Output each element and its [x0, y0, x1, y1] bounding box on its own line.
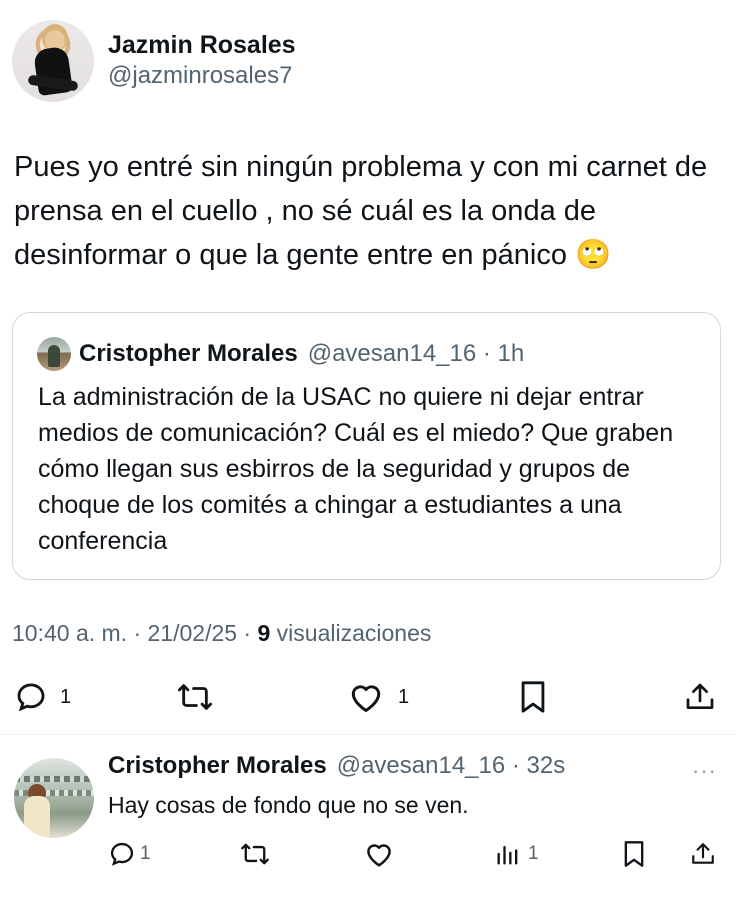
share-icon — [692, 843, 714, 864]
retweet-icon — [178, 684, 212, 710]
avatar[interactable] — [12, 20, 94, 102]
quoted-tweet[interactable]: Cristopher Morales @avesan14_16 · 1h La … — [12, 312, 721, 580]
tweet-text: Pues yo entré sin ningún problema y con … — [14, 151, 708, 271]
retweet-button[interactable] — [240, 840, 270, 868]
reply-count: 1 — [60, 685, 72, 708]
share-button[interactable] — [684, 680, 716, 714]
reply-actions: 1 1 — [0, 836, 736, 876]
like-count: 1 — [398, 685, 410, 708]
reply-button[interactable]: 1 — [108, 840, 151, 868]
quoted-tweet-header: Cristopher Morales @avesan14_16 · 1h — [37, 337, 524, 371]
bookmark-icon — [521, 681, 545, 713]
tweet-actions: 1 1 — [0, 672, 736, 722]
like-button[interactable]: 1 — [348, 680, 409, 714]
bookmark-button[interactable] — [622, 840, 646, 868]
views-icon — [497, 845, 518, 865]
views-button[interactable]: 1 — [494, 840, 539, 868]
reply-author-handle[interactable]: @avesan14_16 · 32s — [337, 752, 566, 780]
views-label: visualizaciones — [270, 620, 432, 646]
reply-text: Hay cosas de fondo que no se ven. — [108, 792, 469, 818]
avatar — [37, 337, 71, 371]
author-handle[interactable]: @jazminrosales7 — [108, 60, 296, 92]
reply-author-name[interactable]: Cristopher Morales — [108, 752, 327, 780]
like-icon — [367, 844, 391, 867]
divider — [0, 734, 736, 735]
like-button[interactable] — [364, 840, 394, 868]
bookmark-button[interactable] — [518, 680, 548, 714]
main-tweet-header: Jazmin Rosales @jazminrosales7 — [12, 20, 296, 102]
views-count: 9 — [257, 620, 271, 646]
reply-count: 1 — [140, 843, 151, 864]
reply-button[interactable]: 1 — [14, 680, 71, 714]
retweet-button[interactable] — [176, 680, 214, 714]
tweet-meta: 10:40 a. m. · 21/02/25 · 9 visualizacion… — [12, 620, 431, 647]
quoted-author-name: Cristopher Morales — [79, 340, 298, 367]
like-icon — [351, 685, 381, 712]
author-block: Jazmin Rosales @jazminrosales7 — [108, 30, 296, 92]
bookmark-icon — [624, 841, 644, 867]
share-button[interactable] — [690, 840, 716, 868]
author-name[interactable]: Jazmin Rosales — [108, 30, 296, 60]
quoted-tweet-text: La administración de la USAC no quiere n… — [38, 383, 674, 555]
more-icon[interactable]: ··· — [692, 758, 717, 784]
tweet-page: Jazmin Rosales @jazminrosales7 Pues yo e… — [0, 0, 736, 900]
reply-icon — [17, 683, 45, 712]
views-count: 1 — [528, 843, 539, 864]
avatar[interactable] — [14, 758, 94, 838]
reply-header: Cristopher Morales @avesan14_16 · 32s — [108, 752, 565, 780]
retweet-icon — [241, 843, 269, 865]
share-icon — [686, 683, 714, 709]
reply-icon — [110, 842, 134, 866]
tweet-timestamp[interactable]: 10:40 a. m. · 21/02/25 · — [12, 620, 257, 646]
quoted-author-handle: @avesan14_16 · 1h — [307, 340, 525, 367]
